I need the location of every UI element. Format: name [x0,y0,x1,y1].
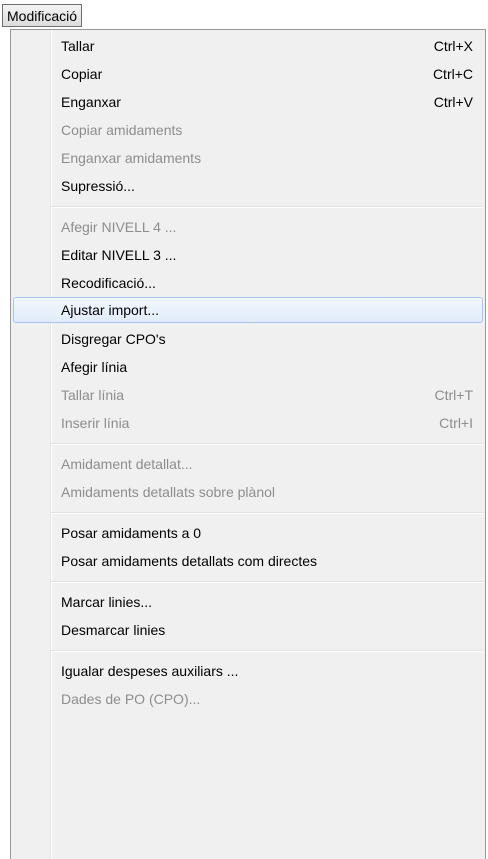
menu-item-label: Afegir línia [61,359,128,375]
menu-item-recodificacio[interactable]: Recodificació... [13,270,483,296]
menu-item-label: Posar amidaments detallats com directes [61,553,317,569]
menu-item-marcar-linies[interactable]: Marcar linies... [13,589,483,615]
menu-item-supressio[interactable]: Supressió... [13,173,483,199]
menu-item-label: Igualar despeses auxiliars ... [61,663,239,679]
menu-item-label: Editar NIVELL 3 ... [61,247,177,263]
menu-item-label: Desmarcar linies [61,622,166,638]
menu-item-shortcut: Ctrl+V [433,94,473,110]
menu-item-posar-zero[interactable]: Posar amidaments a 0 [13,520,483,546]
menu-item-posar-directes[interactable]: Posar amidaments detallats com directes [13,548,483,574]
menu-item-shortcut: Ctrl+C [432,66,473,82]
menu-item-label: Posar amidaments a 0 [61,525,202,541]
dropdown-menu: Tallar Ctrl+X Copiar Ctrl+C Enganxar Ctr… [10,29,486,859]
menu-item-editar-nivell3[interactable]: Editar NIVELL 3 ... [13,242,483,268]
menu-item-amidament-detallat: Amidament detallat... [13,451,483,477]
menu-item-shortcut: Ctrl+X [433,38,473,54]
menu-item-amidaments-planol: Amidaments detallats sobre plànol [13,479,483,505]
menu-item-shortcut: Ctrl+T [434,387,474,403]
menu-item-label: Ajustar import... [61,302,160,318]
menu-item-igualar-despeses[interactable]: Igualar despeses auxiliars ... [13,658,483,684]
menu-item-label: Tallar [61,38,95,54]
menu-item-disgregar-cpo[interactable]: Disgregar CPO's [13,326,483,352]
menu-item-copiar[interactable]: Copiar Ctrl+C [13,61,483,87]
menu-item-tallar-linia: Tallar línia Ctrl+T [13,382,483,408]
menu-item-enganxar-amidaments: Enganxar amidaments [13,145,483,171]
menu-item-label: Copiar amidaments [61,122,183,138]
menu-item-label: Dades de PO (CPO)... [61,691,201,707]
menu-item-label: Copiar [61,66,103,82]
menu-item-enganxar[interactable]: Enganxar Ctrl+V [13,89,483,115]
menu-item-label: Afegir NIVELL 4 ... [61,219,177,235]
menu-item-desmarcar-linies[interactable]: Desmarcar linies [13,617,483,643]
menu-separator [51,650,483,652]
menu-item-tallar[interactable]: Tallar Ctrl+X [13,33,483,59]
menu-item-label: Amidament detallat... [61,456,193,472]
menu-item-shortcut: Ctrl+I [439,415,473,431]
menu-item-label: Supressió... [61,178,135,194]
menu-item-label: Amidaments detallats sobre plànol [61,484,276,500]
menu-item-ajustar-import[interactable]: Ajustar import... [13,297,483,323]
menu-item-label: Enganxar [61,94,121,110]
menu-item-label: Inserir línia [61,415,130,431]
menu-item-afegir-nivell4: Afegir NIVELL 4 ... [13,214,483,240]
menu-modificacio[interactable]: Modificació [2,4,83,27]
menu-item-inserir-linia: Inserir línia Ctrl+I [13,410,483,436]
menu-item-afegir-linia[interactable]: Afegir línia [13,354,483,380]
menu-item-label: Enganxar amidaments [61,150,202,166]
menu-item-dades-po: Dades de PO (CPO)... [13,686,483,712]
menu-separator [51,512,483,514]
menu-bar: Modificació [0,0,488,30]
menu-item-label: Tallar línia [61,387,125,403]
menu-item-label: Disgregar CPO's [61,331,166,347]
menu-separator [51,443,483,445]
menu-separator [51,581,483,583]
menu-item-copiar-amidaments: Copiar amidaments [13,117,483,143]
menu-item-label: Recodificació... [61,275,156,291]
menu-item-label: Marcar linies... [61,594,153,610]
menu-separator [51,206,483,208]
